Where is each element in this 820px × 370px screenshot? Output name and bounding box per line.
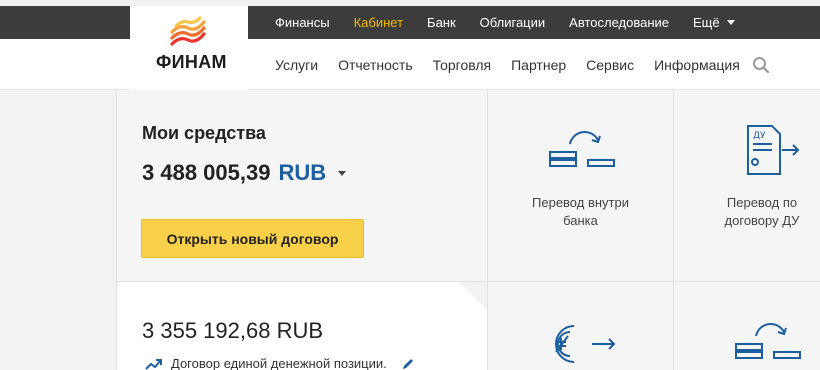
topnav-bonds[interactable]: Облигации xyxy=(480,15,545,30)
search-icon[interactable] xyxy=(752,56,770,74)
edit-icon[interactable] xyxy=(401,357,415,370)
mainnav-partner[interactable]: Партнер xyxy=(511,57,566,73)
logo-text: ФИНАМ xyxy=(156,52,227,72)
mainnav-reports[interactable]: Отчетность xyxy=(338,57,413,73)
trend-up-icon xyxy=(145,358,162,370)
corner-fold xyxy=(459,282,487,310)
funds-card: Мои средства 3 488 005,39 RUB Открыть но… xyxy=(116,90,488,282)
funds-title: Мои средства xyxy=(142,123,266,143)
open-contract-button[interactable]: Открыть новый договор xyxy=(141,219,364,258)
tile-bank-transfer[interactable]: Перевод внутри банка xyxy=(488,90,674,282)
topnav-more[interactable]: Ещё xyxy=(693,15,735,30)
tile-bank-transfer-2[interactable] xyxy=(674,282,820,370)
topnav-autofollow[interactable]: Автоследование xyxy=(569,15,669,30)
contract-description: Договор единой денежной позиции. xyxy=(145,356,415,370)
tile-currency-exchange[interactable] xyxy=(488,282,674,370)
currency-dropdown-icon[interactable] xyxy=(338,170,347,176)
topnav-finance[interactable]: Финансы xyxy=(275,15,330,30)
finam-logo-icon xyxy=(170,16,206,46)
mainnav-info[interactable]: Информация xyxy=(654,57,740,73)
funds-currency: RUB xyxy=(278,160,327,185)
top-nav: Финансы Кабинет Банк Облигации Автоследо… xyxy=(275,6,759,39)
logo[interactable]: ФИНАМ xyxy=(130,6,248,90)
trust-contract-icon: ДУ xyxy=(747,125,800,175)
currency-exchange-icon xyxy=(555,325,616,363)
funds-amount-value: 3 488 005,39 xyxy=(142,160,271,185)
tile-trust-contract-label: Перевод по договору ДУ xyxy=(724,195,800,228)
topnav-cabinet[interactable]: Кабинет xyxy=(354,15,403,30)
contract-card[interactable]: 3 355 192,68 RUB Договор единой денежной… xyxy=(116,282,488,370)
contract-description-text: Договор единой денежной позиции. xyxy=(171,356,387,370)
topnav-more-label: Ещё xyxy=(693,15,720,30)
mainnav-trading[interactable]: Торговля xyxy=(433,57,491,73)
mainnav-services[interactable]: Услуги xyxy=(275,57,318,73)
bank-transfer-icon xyxy=(735,322,801,359)
chevron-down-icon xyxy=(726,20,735,25)
funds-amount: 3 488 005,39 RUB xyxy=(142,160,347,186)
bank-transfer-icon xyxy=(549,130,615,167)
contract-amount: 3 355 192,68 RUB xyxy=(142,318,324,343)
main-nav: Услуги Отчетность Торговля Партнер Серви… xyxy=(275,39,760,90)
topnav-bank[interactable]: Банк xyxy=(427,15,456,30)
tile-bank-transfer-label: Перевод внутри банка xyxy=(532,195,629,228)
mainnav-service[interactable]: Сервис xyxy=(586,57,634,73)
tile-trust-contract[interactable]: ДУ Перевод по договору ДУ xyxy=(674,90,820,282)
svg-text:ДУ: ДУ xyxy=(753,131,766,141)
